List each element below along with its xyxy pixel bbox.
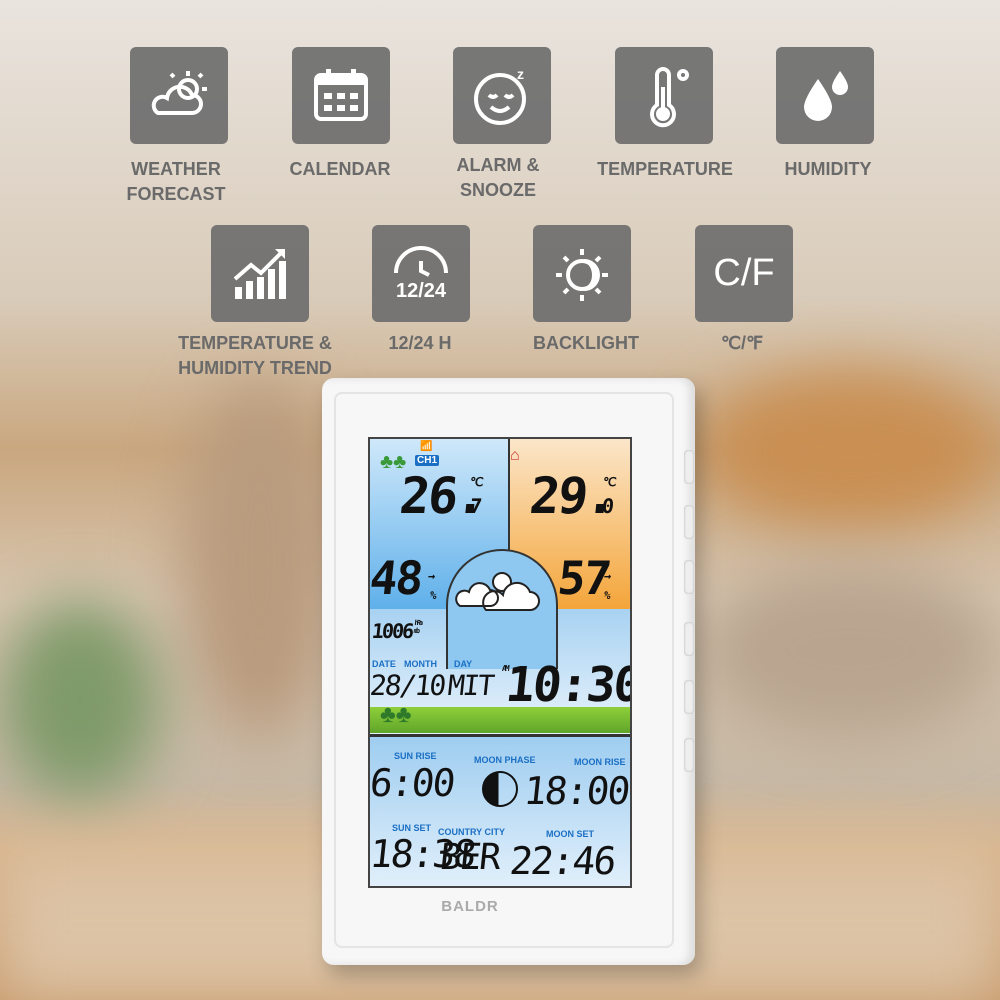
pressure-value: 1006 (370, 619, 414, 643)
moonrise-label: MOON RISE (574, 757, 626, 767)
sunrise-time: 6:00 (368, 761, 456, 805)
device-button[interactable] (684, 560, 694, 594)
weather-forecast-icon (130, 47, 228, 144)
svg-text:z: z (517, 66, 524, 82)
feature-label-1224: 12/24 H (388, 333, 452, 353)
device-button[interactable] (684, 505, 694, 539)
thermometer-icon (615, 47, 713, 144)
outdoor-humidity: 48 (368, 551, 425, 605)
tile-text: C/F (713, 252, 775, 294)
device-button[interactable] (684, 622, 694, 656)
moonset-time: 22:46 (507, 839, 617, 883)
sunrise-label: SUN RISE (394, 751, 437, 761)
wireless-signal-icon: 📶 (420, 441, 433, 452)
feature-label-cf: ℃/℉ (720, 333, 764, 353)
outdoor-temp-unit: ℃ (469, 475, 483, 489)
city-code: BER (437, 837, 502, 878)
weekday-value: MIT (446, 669, 495, 702)
celsius-fahrenheit-icon: C/F (695, 225, 793, 322)
moonset-label: MOON SET (546, 829, 595, 839)
country-city-label: COUNTRY CITY (438, 827, 506, 837)
feature-label-weather: WEATHER FORECAST (126, 159, 226, 204)
feature-label-alarm: ALARM & SNOOZE (456, 155, 540, 200)
moonrise-time: 18:00 (521, 769, 631, 813)
clock-time: 10:30 (503, 657, 632, 713)
day-label: DAY (454, 659, 473, 669)
device-button[interactable] (684, 450, 694, 484)
house-icon: ⌂ (510, 447, 520, 464)
device-button[interactable] (684, 738, 694, 772)
date-label: DATE (372, 659, 396, 669)
month-label: MONTH (404, 659, 437, 669)
partly-cloudy-icon (455, 572, 540, 611)
feature-label-trend: TEMPERATURE & HUMIDITY TREND (178, 333, 332, 378)
trees-icon: ♣♣ (380, 701, 412, 728)
indoor-temp-unit: ℃ (602, 475, 616, 489)
calendar-icon (292, 47, 390, 144)
lcd-screen: ♣♣ CH1 📶 ⌂ 26. 7 ℃ 48 → % 29. 0 ℃ 57 → %… (368, 437, 632, 888)
brand-logo: BALDR (441, 898, 499, 915)
trend-chart-icon (211, 225, 309, 322)
date-value: 28/10 (368, 669, 447, 702)
moon-phase-label: MOON PHASE (474, 755, 536, 765)
outdoor-humidity-unit: % (429, 589, 436, 602)
channel-badge: CH1 (415, 455, 440, 466)
device-button[interactable] (684, 680, 694, 714)
feature-label-temperature: TEMPERATURE (597, 159, 733, 179)
tile-text: 12/24 (396, 280, 447, 302)
clock-12-24-icon: 12/24 (372, 225, 470, 322)
feature-label-calendar: CALENDAR (289, 159, 391, 179)
humidity-drops-icon (776, 47, 874, 144)
feature-label-backlight: BACKLIGHT (533, 333, 639, 353)
indoor-humidity-unit: % (603, 589, 610, 602)
moon-phase-icon (482, 771, 518, 807)
alarm-snooze-icon: z (453, 47, 551, 144)
feature-label-humidity: HUMIDITY (784, 159, 872, 179)
backlight-sun-moon-icon (533, 225, 631, 322)
